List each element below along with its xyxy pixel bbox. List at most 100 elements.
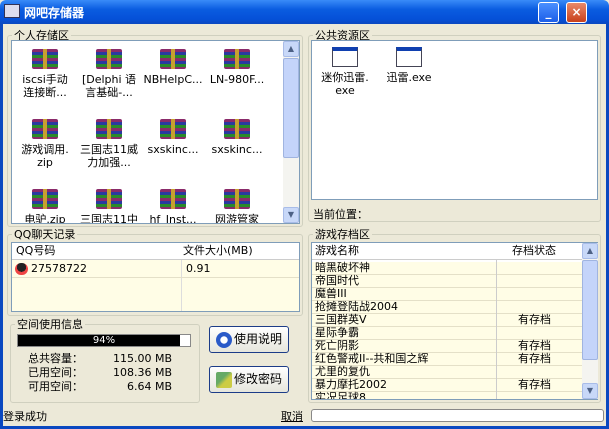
column-divider <box>496 260 497 399</box>
row-divider <box>12 277 299 278</box>
used-value: 108.36 MB <box>112 366 172 379</box>
file-name-line2: 连接断... <box>23 86 67 99</box>
game-name: 魔兽III <box>315 287 347 300</box>
file-name-line2: exe <box>335 84 355 97</box>
info-icon <box>216 332 232 348</box>
scroll-down-icon[interactable]: ▼ <box>582 383 598 399</box>
total-label: 总共容量： <box>28 352 83 365</box>
personal-file-list[interactable]: iscsi手动 连接断... [Delphi 语言基础-... NBHelpC... L… <box>11 40 300 224</box>
header-file-size[interactable]: 文件大小(MB) <box>183 243 253 259</box>
file-name-line1: [Delphi 语 <box>81 73 137 86</box>
progress-percent: 94% <box>92 335 116 346</box>
header-game-name[interactable]: 游戏名称 <box>315 243 359 259</box>
header-save-status[interactable]: 存档状态 <box>512 243 556 259</box>
close-button[interactable]: × <box>566 2 587 23</box>
file-name-line2: 言基础-... <box>85 86 133 99</box>
file-item[interactable]: hf_Inst... <box>142 189 204 223</box>
rar-archive-icon <box>32 119 58 139</box>
file-item[interactable]: 网游管家 <box>206 189 268 224</box>
file-item[interactable]: 迷你迅雷. exe <box>314 47 376 97</box>
game-name: 实况足球8 <box>315 391 366 400</box>
file-name-line2: zip <box>37 156 53 169</box>
rar-archive-icon <box>32 49 58 69</box>
qq-records-table[interactable]: QQ号码 文件大小(MB) 27578722 0.91 <box>11 242 300 312</box>
used-label: 已用空间： <box>28 366 83 379</box>
file-item[interactable]: 游戏调用. zip <box>14 119 76 169</box>
rar-archive-icon <box>96 49 122 69</box>
file-item[interactable]: iscsi手动 连接断... <box>14 49 76 99</box>
status-text: 登录成功 <box>3 410 47 423</box>
change-password-button[interactable]: 修改密码 <box>209 366 289 393</box>
file-size: 0.91 <box>186 262 211 275</box>
file-item[interactable]: LN-980F... <box>206 49 268 86</box>
file-name-line1: 游戏调用. <box>21 143 69 156</box>
file-name-line1: 电驴.zip <box>24 213 66 224</box>
total-value: 115.00 MB <box>112 352 172 365</box>
scroll-up-icon[interactable]: ▲ <box>283 41 299 57</box>
game-name: 暗黑破坏神 <box>315 261 370 274</box>
public-file-list[interactable]: 迷你迅雷. exe 迅雷.exe <box>311 40 598 200</box>
qq-records-label: QQ聊天记录 <box>14 228 76 241</box>
file-name-line2: 力加强... <box>87 156 131 169</box>
rar-archive-icon <box>160 189 186 209</box>
scroll-down-icon[interactable]: ▼ <box>283 207 299 223</box>
free-label: 可用空间： <box>28 380 83 393</box>
table-row[interactable]: 帝国时代 <box>312 275 582 288</box>
rar-archive-icon <box>224 119 250 139</box>
space-values: 115.00 MB 108.36 MB 6.64 MB <box>100 352 172 394</box>
cancel-link[interactable]: 取消 <box>281 408 303 424</box>
game-saves-table[interactable]: 游戏名称 存档状态 暗黑破坏神 帝国时代 魔兽III 抢摊登陆战2004 三国群英Ⅴ 有存… <box>311 242 598 400</box>
game-name: 死亡阴影 <box>315 339 359 352</box>
file-item[interactable]: sxskinc... <box>142 119 204 156</box>
change-password-label: 修改密码 <box>233 372 282 386</box>
games-scrollbar[interactable]: ▲ ▼ <box>582 243 598 399</box>
file-name-line1: 迷你迅雷. <box>321 71 369 84</box>
scroll-thumb[interactable] <box>283 58 299 158</box>
save-status: 有存档 <box>518 352 551 365</box>
games-table-header: 游戏名称 存档状态 <box>312 243 582 260</box>
help-button[interactable]: 使用说明 <box>209 326 289 353</box>
game-name: 尤里的复仇 <box>315 365 370 378</box>
app-icon <box>4 4 20 18</box>
game-name: 星际争霸 <box>315 326 359 339</box>
header-qq-number[interactable]: QQ号码 <box>16 243 55 259</box>
title-bar[interactable]: 网吧存储器 _ × <box>0 0 609 24</box>
rar-archive-icon <box>96 189 122 209</box>
file-item[interactable]: 迅雷.exe <box>378 47 440 84</box>
current-location-label: 当前位置： <box>313 208 368 221</box>
scroll-thumb[interactable] <box>582 260 598 360</box>
table-row[interactable]: 实况足球8 <box>312 391 582 400</box>
exe-file-icon <box>396 47 422 67</box>
qq-penguin-icon <box>15 263 28 275</box>
file-name-line1: 迅雷.exe <box>386 71 432 84</box>
free-value: 6.64 MB <box>126 380 172 393</box>
game-name: 帝国时代 <box>315 274 359 287</box>
file-name-line1: 网游管家 <box>215 213 259 224</box>
space-progress-bar: 94% <box>17 334 191 347</box>
qq-number: 27578722 <box>31 262 87 275</box>
scroll-up-icon[interactable]: ▲ <box>582 243 598 259</box>
game-name: 暴力摩托2002 <box>315 378 387 391</box>
rar-archive-icon <box>224 189 250 209</box>
save-status: 有存档 <box>518 313 551 326</box>
game-name: 红色警戒II--共和国之辉 <box>315 352 429 365</box>
exe-file-icon <box>332 47 358 67</box>
help-button-label: 使用说明 <box>233 332 282 346</box>
file-item[interactable]: 三国志11威 力加强... <box>78 119 140 169</box>
file-item[interactable]: NBHelpC... <box>142 49 204 86</box>
file-item[interactable]: [Delphi 语言基础-... <box>78 49 140 99</box>
file-item[interactable]: sxskinc... <box>206 119 268 156</box>
game-name: 三国群英Ⅴ <box>315 313 367 326</box>
table-row[interactable]: 27578722 0.91 <box>12 261 299 277</box>
file-name-line1: LN-980F... <box>209 73 265 86</box>
space-labels: 总共容量： 已用空间： 可用空间： <box>28 352 83 394</box>
minimize-button[interactable]: _ <box>538 2 559 23</box>
personal-scrollbar[interactable]: ▲ ▼ <box>283 41 299 223</box>
file-item[interactable]: 电驴.zip <box>14 189 76 224</box>
file-name-line1: sxskinc... <box>147 143 199 156</box>
game-name: 抢摊登陆战2004 <box>315 300 398 313</box>
rar-archive-icon <box>96 119 122 139</box>
file-item[interactable]: 三国志11中 <box>78 189 140 223</box>
save-status: 有存档 <box>518 339 551 352</box>
rar-archive-icon <box>32 189 58 209</box>
